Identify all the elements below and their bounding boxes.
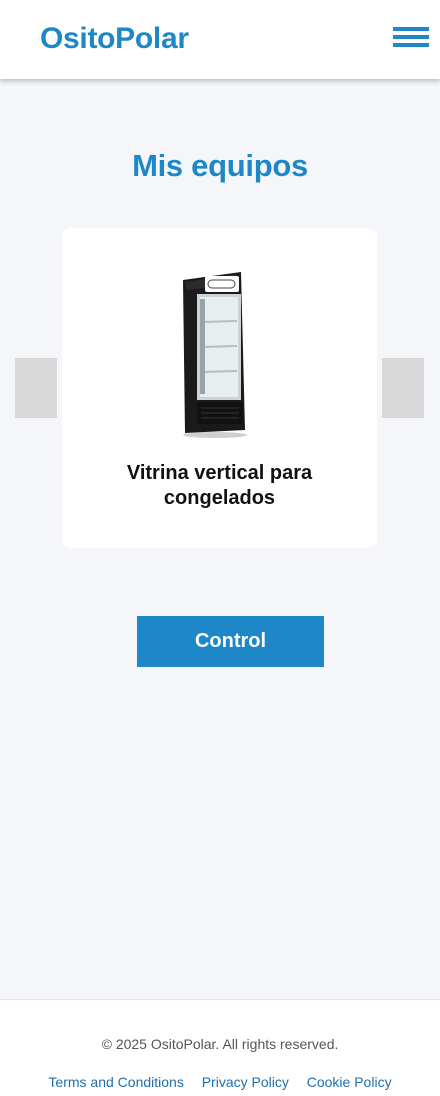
privacy-link[interactable]: Privacy Policy	[202, 1074, 289, 1090]
menu-bar	[393, 27, 429, 31]
cookie-link[interactable]: Cookie Policy	[307, 1074, 392, 1090]
footer-links: Terms and Conditions Privacy Policy Cook…	[0, 1074, 440, 1090]
carousel-prev-button[interactable]	[15, 358, 57, 418]
vertical-freezer-image	[183, 272, 247, 438]
terms-link[interactable]: Terms and Conditions	[48, 1074, 183, 1090]
hamburger-menu-icon[interactable]	[393, 27, 429, 49]
equipment-card[interactable]: Vitrina vertical para congelados	[62, 228, 377, 548]
control-button[interactable]: Control	[137, 616, 324, 667]
page-title: Mis equipos	[132, 148, 308, 183]
page-footer: © 2025 OsitoPolar. All rights reserved. …	[0, 999, 440, 1096]
menu-bar	[393, 35, 429, 39]
app-header: OsitoPolar	[0, 0, 440, 79]
menu-bar	[393, 43, 429, 47]
copyright-text: © 2025 OsitoPolar. All rights reserved.	[101, 1036, 339, 1052]
carousel-next-button[interactable]	[382, 358, 424, 418]
equipment-name: Vitrina vertical para congelados	[126, 462, 313, 509]
brand-logo[interactable]: OsitoPolar	[40, 22, 189, 56]
